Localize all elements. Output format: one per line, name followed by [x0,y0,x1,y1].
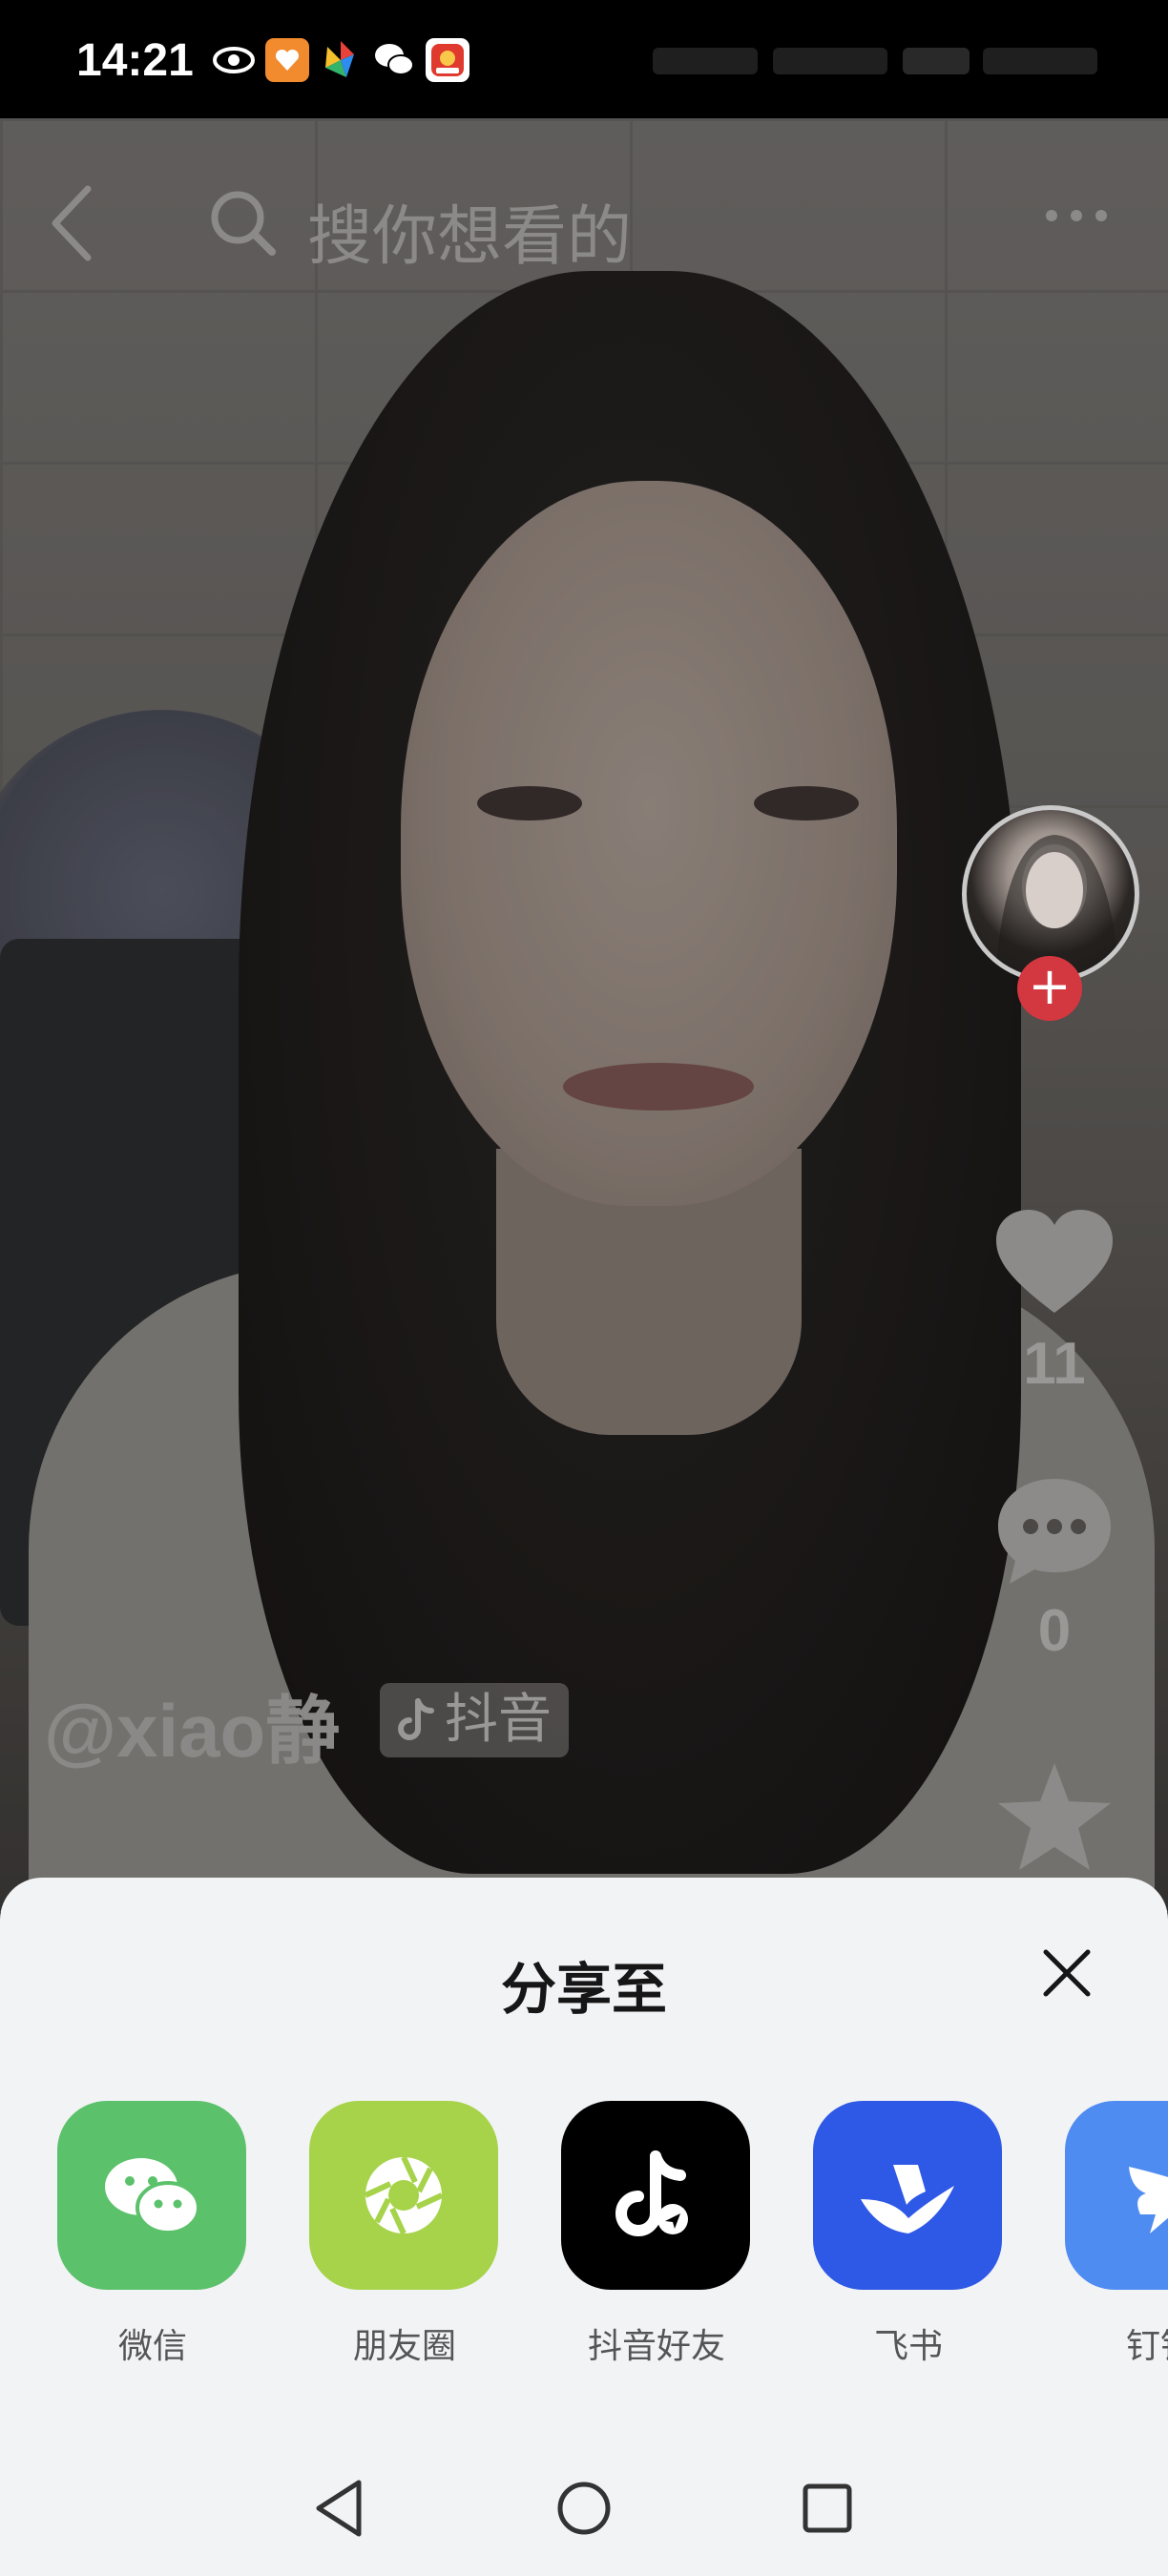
share-label: 抖音好友 [587,2327,725,2366]
app-icon-orange [265,38,309,82]
nav-home-icon[interactable] [551,2475,617,2542]
dingtalk-icon [1065,2101,1168,2290]
moments-icon [309,2101,498,2290]
video-player[interactable]: 搜你想看的 + 11 0 1 @xiao静 抖音 [0,118,1168,1912]
close-icon[interactable] [1040,1946,1094,2000]
comment-icon [998,1479,1111,1584]
share-douyin-friends[interactable]: 抖音好友 [561,2101,752,2368]
top-bar: 搜你想看的 [0,118,1168,319]
douyin-note-icon [398,1698,434,1740]
back-icon[interactable] [38,176,105,271]
share-targets: 微信 朋友圈 抖音好友 飞书 钉钉 [57,2101,1168,2387]
app-icon-red [426,38,469,82]
nav-recents-icon[interactable] [794,2475,861,2542]
status-bar: 14:21 [0,0,1168,118]
share-sheet-title: 分享至 [500,1957,667,2022]
search-input[interactable]: 搜你想看的 [307,183,632,278]
more-icon[interactable] [1046,210,1107,221]
status-time: 14:21 [76,35,194,86]
author-name[interactable]: @xiao静 [44,1672,340,1778]
heart-icon [996,1210,1113,1313]
share-label: 钉钉 [1125,2327,1168,2366]
follow-button[interactable]: + [1017,956,1082,1021]
share-label: 飞书 [873,2327,943,2366]
like-button[interactable]: 11 [954,1206,1155,1398]
wechat-icon [57,2101,246,2290]
share-label: 朋友圈 [352,2327,456,2366]
status-indicators-blurred [653,42,1101,80]
share-wechat[interactable]: 微信 [57,2101,248,2368]
comment-count: 0 [1037,1598,1072,1664]
nav-back-icon[interactable] [307,2475,374,2542]
like-count: 11 [1023,1331,1086,1397]
comment-button[interactable]: 0 [954,1473,1155,1665]
app-icon-colorful [319,38,363,82]
share-dingtalk[interactable]: 钉钉 [1065,2101,1168,2368]
feishu-icon [813,2101,1002,2290]
search-icon[interactable] [205,185,282,261]
share-feishu[interactable]: 飞书 [813,2101,1004,2368]
eye-icon [212,38,256,82]
share-moments[interactable]: 朋友圈 [309,2101,500,2368]
platform-tag: 抖音 [380,1683,569,1757]
douyin-icon [561,2101,750,2290]
share-label: 微信 [117,2327,187,2366]
status-icons [212,38,469,82]
system-nav-bar [0,2442,1168,2576]
wechat-icon [372,38,416,82]
platform-tag-label: 抖音 [445,1689,552,1751]
star-icon [998,1763,1111,1870]
